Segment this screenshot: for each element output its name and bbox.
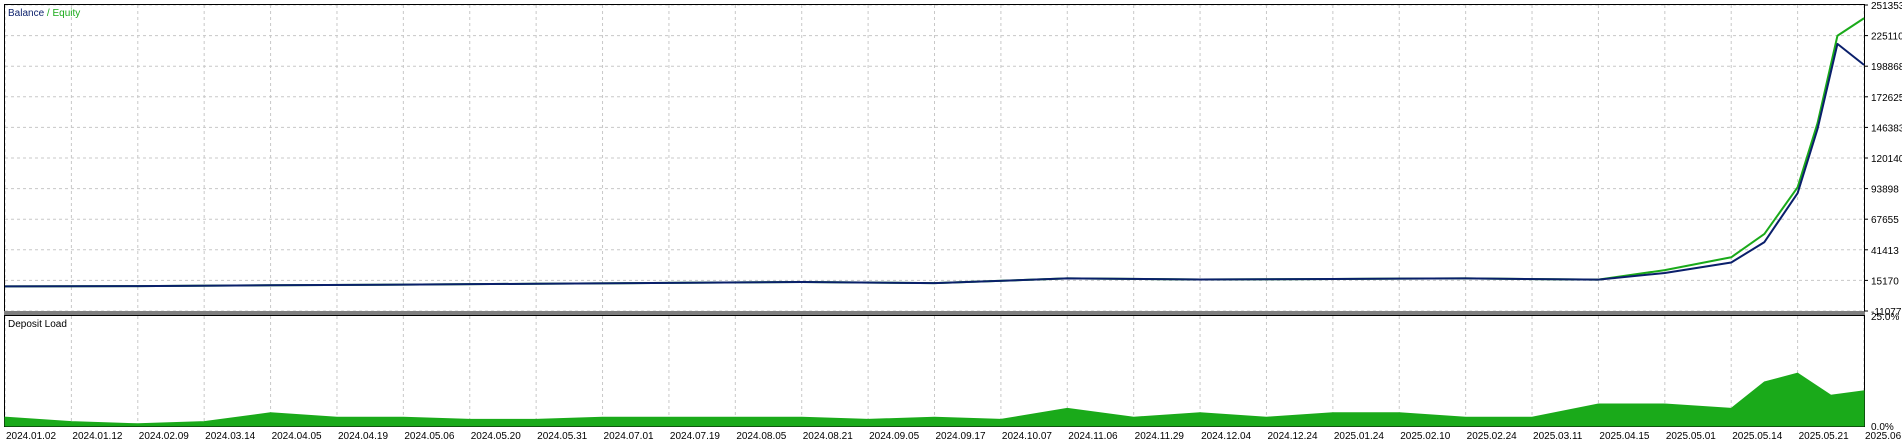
y-axis-ticks: 251353 225110 198868 172625 146383 120140 9389… [1864,1,1902,433]
y-tick-label: 251353 [1871,1,1902,12]
y-tick-label: 198868 [1871,62,1902,73]
sub-y-tick-label: 25.0% [1871,312,1899,323]
x-tick-label: 2024.03.14 [205,431,255,442]
x-tick-label: 2025.02.24 [1467,431,1517,442]
x-tick-label: 2025.04.15 [1599,431,1649,442]
y-tick-label: 15170 [1871,276,1899,287]
x-tick-label: 2024.08.21 [803,431,853,442]
y-tick-label: 93898 [1871,185,1899,196]
y-tick-label: 41413 [1871,246,1899,257]
x-tick-label: 2024.05.06 [404,431,454,442]
x-tick-label: 2024.04.05 [272,431,322,442]
legend-balance: Balance [8,8,45,19]
legend-separator: / [44,8,52,19]
x-tick-label: 2025.05.01 [1666,431,1716,442]
y-tick-label: 67655 [1871,215,1899,226]
main-grid [4,4,1865,312]
deposit-load-series [4,372,1865,427]
x-tick-label: 2024.11.06 [1068,431,1118,442]
chart-canvas: 251353 225110 198868 172625 146383 120140 9389… [4,1,1902,442]
x-tick-label: 2025.01.24 [1334,431,1384,442]
x-tick-label: 2025.05.21 [1799,431,1849,442]
x-axis-ticks: 2024.01.02 2024.01.12 2024.02.09 2024.03.14… [6,431,1902,442]
sub-panel-title: Deposit Load [8,319,67,330]
y-tick-label: 146383 [1871,123,1902,134]
x-tick-label: 2025.05.14 [1732,431,1782,442]
x-tick-label: 2024.08.05 [736,431,786,442]
x-tick-label: 2024.09.05 [869,431,919,442]
y-tick-label: 172625 [1871,93,1902,104]
x-tick-label: 2024.09.17 [936,431,986,442]
x-tick-label: 2024.07.01 [604,431,654,442]
x-tick-label: 2024.01.12 [72,431,122,442]
legend-equity: Equity [52,8,80,19]
x-tick-label: 2025.02.10 [1400,431,1450,442]
x-tick-label: 2025.03.11 [1533,431,1583,442]
chart-legend: Balance / Equity [8,8,80,19]
x-tick-label: 2025.06.03 [1865,431,1902,442]
x-tick-label: 2024.05.31 [537,431,587,442]
x-tick-label: 2024.05.20 [471,431,521,442]
x-tick-label: 2024.04.19 [338,431,388,442]
y-tick-label: 120140 [1871,154,1902,165]
x-tick-label: 2024.01.02 [6,431,56,442]
deposit-load-area [4,372,1865,427]
x-tick-label: 2024.12.24 [1267,431,1317,442]
x-tick-label: 2024.02.09 [139,431,189,442]
x-tick-label: 2024.07.19 [670,431,720,442]
x-tick-label: 2024.12.04 [1201,431,1251,442]
panel-separator[interactable] [4,311,1865,315]
x-tick-label: 2024.10.07 [1002,431,1052,442]
y-tick-label: 225110 [1871,32,1902,43]
x-tick-label: 2024.11.29 [1135,431,1185,442]
chart-window: 251353 225110 198868 172625 146383 120140 9389… [0,0,1902,444]
